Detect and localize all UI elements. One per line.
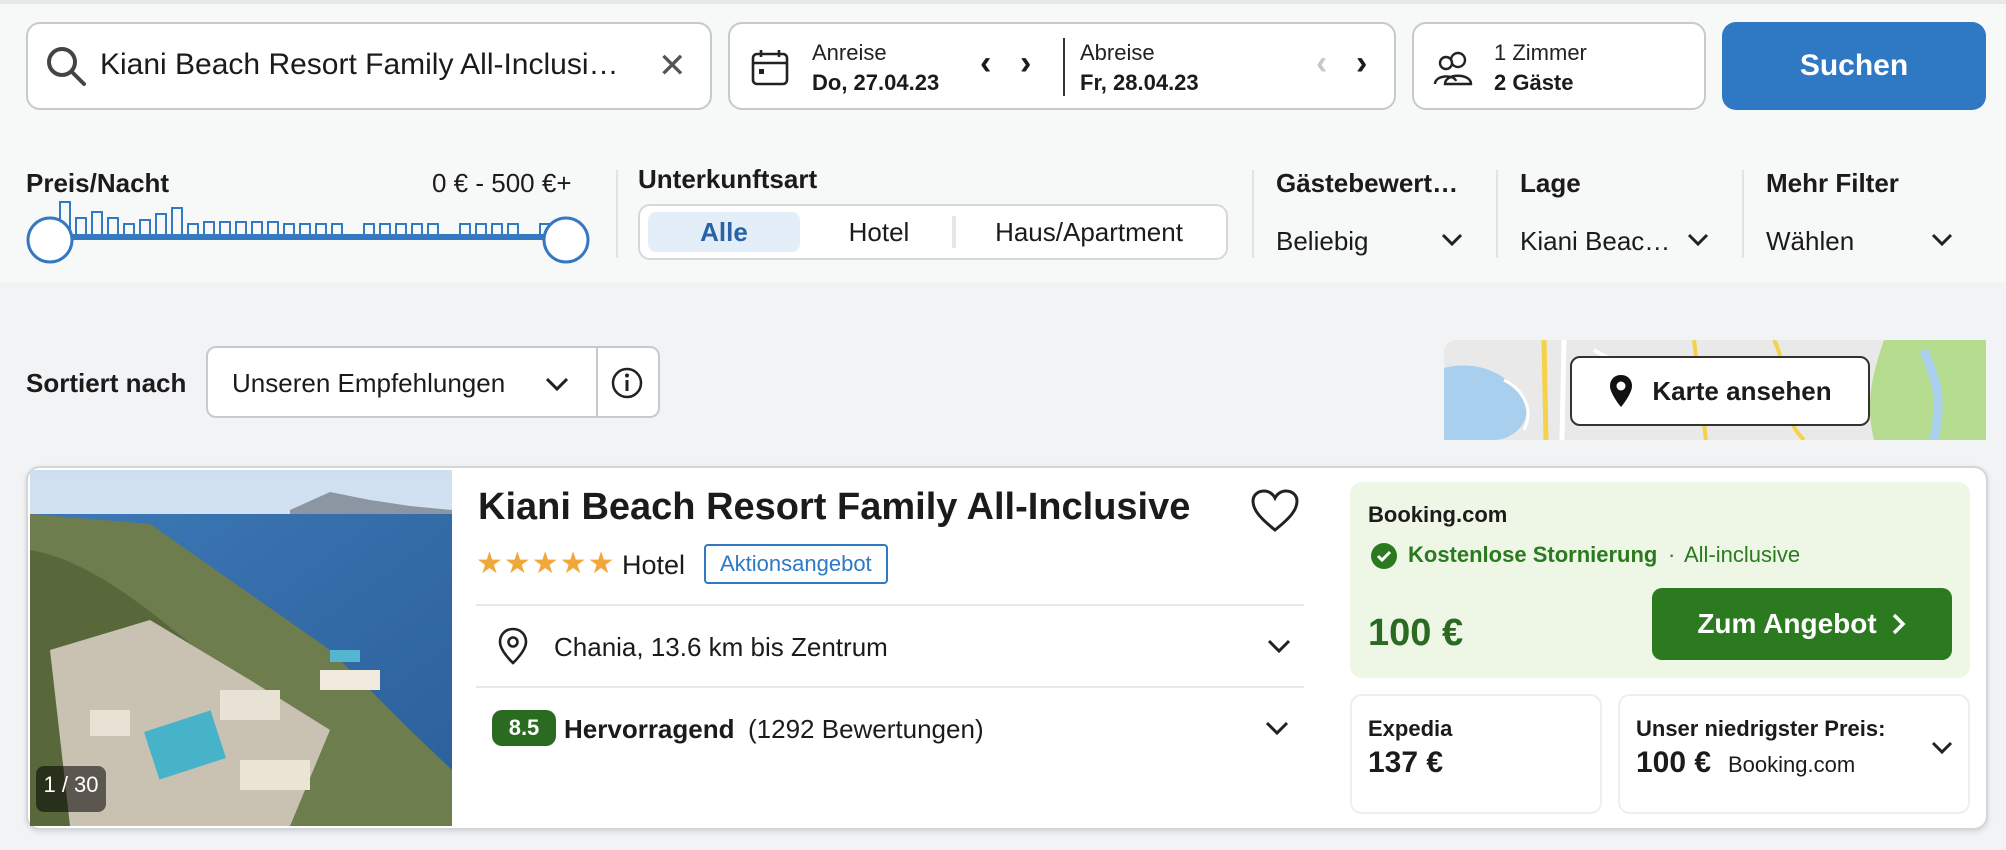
rating-label: Hervorragend (564, 714, 735, 744)
location-pin-icon (498, 627, 528, 665)
divider (476, 686, 1304, 688)
checkout-next-icon[interactable]: › (1356, 44, 1367, 83)
guests-picker[interactable]: 1 Zimmer 2 Gäste (1412, 22, 1706, 110)
checkin-label: Anreise (812, 40, 887, 65)
slider-min-handle[interactable] (26, 216, 74, 264)
deal-button[interactable]: Zum Angebot (1652, 588, 1952, 660)
rooms-label: 1 Zimmer (1494, 40, 1587, 65)
calendar-icon (751, 50, 789, 86)
lowest-price-provider: Booking.com (1728, 752, 1856, 777)
sort-value: Unseren Empfehlungen (232, 368, 506, 398)
accommodation-option-house[interactable]: Haus/Apartment (956, 212, 1222, 252)
checkout-label: Abreise (1080, 40, 1155, 65)
price-slider[interactable] (26, 196, 596, 266)
checkout-value[interactable]: Fr, 28.04.23 (1080, 70, 1199, 96)
lowest-price-label: Unser niedrigster Preis: (1636, 716, 1886, 741)
accommodation-filter-title: Unterkunftsart (638, 164, 818, 194)
search-input[interactable]: Kiani Beach Resort Family All-Inclusi… (100, 48, 619, 82)
date-picker[interactable]: Anreise Do, 27.04.23 ‹ › Abreise Fr, 28.… (728, 22, 1396, 110)
offer-price: 100 € (1368, 612, 1464, 654)
checkin-value[interactable]: Do, 27.04.23 (812, 70, 939, 96)
filter-divider (616, 170, 618, 258)
location-filter-title: Lage (1520, 168, 1581, 198)
board-type: All-inclusive (1684, 542, 1801, 567)
rating-count[interactable]: (1292 Bewertungen) (748, 714, 984, 745)
chevron-down-icon[interactable] (1930, 230, 1954, 250)
map-pin-icon (1610, 375, 1633, 407)
sort-dropdown[interactable]: Unseren Empfehlungen (206, 346, 660, 418)
chevron-down-icon[interactable] (1264, 718, 1290, 738)
users-icon (1433, 51, 1473, 86)
deal-button-label: Zum Angebot (1697, 608, 1877, 639)
promo-badge: Aktionsangebot (704, 544, 888, 584)
alt-offer-provider: Expedia (1368, 716, 1453, 741)
search-button[interactable]: Suchen (1722, 22, 1986, 110)
sort-divider (596, 348, 598, 416)
divider (476, 604, 1304, 606)
heart-icon[interactable] (1250, 488, 1300, 534)
chevron-down-icon[interactable] (1266, 636, 1292, 656)
search-field[interactable]: Kiani Beach Resort Family All-Inclusi… ✕ (26, 22, 712, 110)
chevron-down-icon[interactable] (1686, 230, 1710, 250)
info-icon[interactable] (610, 366, 644, 400)
lowest-price-value: 100 € (1636, 746, 1712, 779)
offer-provider: Booking.com (1368, 502, 1508, 527)
price-filter-title: Preis/Nacht (26, 168, 170, 198)
filter-divider (1496, 170, 1498, 258)
hotel-location: Chania, 13.6 km bis Zentrum (554, 632, 888, 662)
close-icon[interactable]: ✕ (658, 46, 687, 86)
free-cancellation: Kostenlose Stornierung (1408, 542, 1658, 567)
price-range-value: 0 € - 500 €+ (432, 168, 572, 198)
map-button-label: Karte ansehen (1652, 375, 1832, 406)
more-filters-value[interactable]: Wählen (1766, 226, 1854, 257)
date-divider (1063, 38, 1065, 96)
hotel-type: Hotel (622, 550, 686, 580)
rating-score-badge: 8.5 (492, 710, 556, 746)
location-filter-value[interactable]: Kiani Beac… (1520, 226, 1670, 257)
more-filters-title: Mehr Filter (1766, 168, 1899, 198)
rating-filter-value[interactable]: Beliebig (1276, 226, 1369, 257)
star-rating: ★★★★★ (476, 547, 616, 580)
accommodation-option-hotel[interactable]: Hotel (806, 212, 952, 252)
checkout-prev-icon: ‹ (1316, 44, 1328, 82)
map-button[interactable]: Karte ansehen (1570, 356, 1870, 426)
filter-divider (1742, 170, 1744, 258)
chevron-right-icon (1892, 613, 1906, 635)
segment-divider (952, 216, 954, 248)
slider-max-handle[interactable] (542, 216, 590, 264)
chevron-down-icon[interactable] (1440, 230, 1464, 250)
search-icon (47, 47, 86, 86)
checkin-next-icon[interactable]: › (1020, 44, 1031, 83)
checkin-prev-icon[interactable]: ‹ (980, 44, 991, 83)
chevron-down-icon (545, 377, 569, 392)
alt-offer-price: 137 € (1368, 746, 1444, 779)
accommodation-segmented[interactable]: Alle Hotel Haus/Apartment (638, 204, 1228, 260)
chevron-down-icon[interactable] (1930, 738, 1954, 758)
filter-divider (1252, 170, 1254, 258)
check-circle-icon (1371, 543, 1397, 569)
guests-value: 2 Gäste (1494, 70, 1574, 95)
sort-label: Sortiert nach (26, 368, 187, 398)
offer-separator: · (1668, 542, 1676, 567)
hotel-name[interactable]: Kiani Beach Resort Family All-Inclusive (478, 486, 1190, 529)
image-counter: 1 / 30 (43, 772, 99, 797)
rating-filter-title: Gästebewert… (1276, 168, 1459, 198)
accommodation-option-all[interactable]: Alle (648, 212, 800, 252)
